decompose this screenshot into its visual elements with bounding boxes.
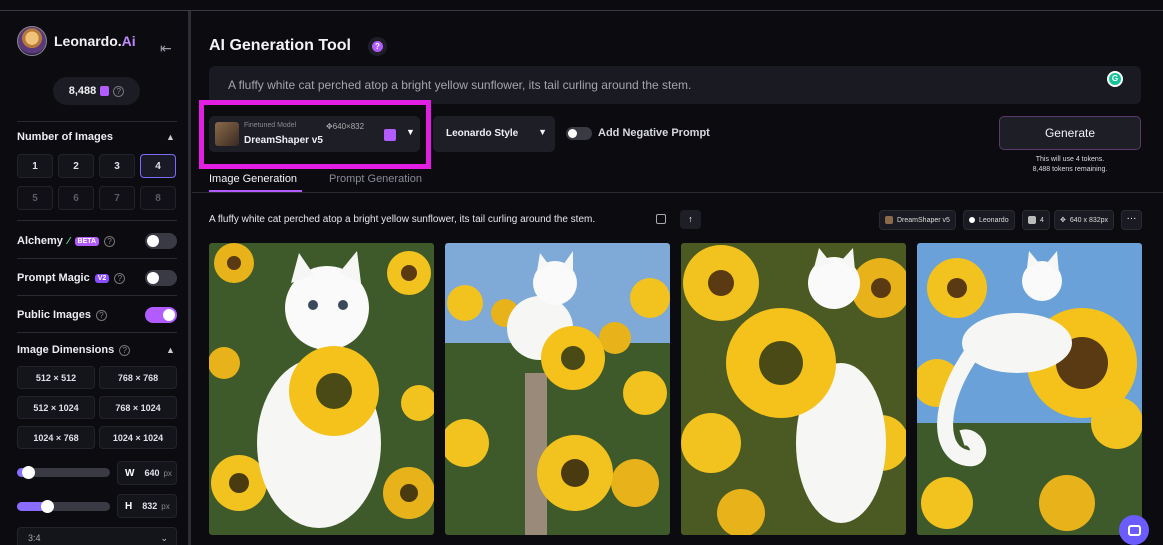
- alchemy-toggle[interactable]: [145, 233, 177, 249]
- chevron-up-icon[interactable]: ▲: [166, 345, 175, 355]
- chip-model: DreamShaper v5: [879, 210, 956, 230]
- copy-icon[interactable]: [656, 214, 666, 224]
- chip-size: ✥ 640 x 832px: [1054, 210, 1115, 230]
- chat-icon: [1127, 524, 1141, 536]
- tab-prompt-generation[interactable]: Prompt Generation: [329, 173, 422, 185]
- height-input[interactable]: H 832 px: [117, 494, 177, 518]
- logo-avatar-icon: [17, 26, 47, 56]
- highlight-box: [199, 100, 431, 169]
- divider: [17, 332, 177, 333]
- divider: [17, 258, 177, 259]
- public-images-label: Public Images ?: [17, 309, 107, 321]
- images-icon: [1028, 216, 1036, 224]
- wand-icon: ⁄: [67, 235, 70, 247]
- dimension-1024x1024[interactable]: 1024 × 1024: [99, 426, 177, 449]
- chevron-down-icon: ⌄: [160, 533, 168, 543]
- divider: [17, 121, 177, 122]
- drop-icon: [969, 217, 975, 223]
- app-logo[interactable]: Leonardo.Ai: [17, 26, 136, 56]
- divider: [17, 295, 177, 296]
- public-images-toggle[interactable]: [145, 307, 177, 323]
- chip-style: Leonardo: [963, 210, 1015, 230]
- page-title: AI Generation Tool: [209, 37, 351, 54]
- chat-support-button[interactable]: [1119, 515, 1149, 545]
- generated-image-2[interactable]: [445, 243, 670, 535]
- generation-prompt: A fluffy white cat perched atop a bright…: [209, 214, 596, 225]
- num-images-8[interactable]: 8: [140, 186, 176, 210]
- num-images-label: Number of Images: [17, 131, 113, 143]
- chevron-up-icon[interactable]: ▲: [166, 132, 175, 142]
- dimension-512x512[interactable]: 512 × 512: [17, 366, 95, 389]
- tab-image-generation[interactable]: Image Generation: [209, 173, 297, 185]
- divider: [17, 220, 177, 221]
- prompt-input[interactable]: A fluffy white cat perched atop a bright…: [209, 66, 1141, 104]
- help-icon[interactable]: ?: [119, 344, 131, 356]
- width-slider[interactable]: [17, 466, 110, 479]
- generated-image-3[interactable]: [681, 243, 906, 535]
- token-usage-note: This will use 4 tokens. 8,488 tokens rem…: [1032, 156, 1108, 173]
- v2-badge: V2: [94, 273, 110, 283]
- style-select[interactable]: Leonardo Style ▼: [433, 116, 555, 152]
- chip-count: 4: [1022, 210, 1050, 230]
- grammarly-icon[interactable]: G: [1107, 71, 1123, 87]
- collapse-sidebar-icon[interactable]: ⇤: [160, 40, 172, 57]
- dimension-768x768[interactable]: 768 × 768: [99, 366, 177, 389]
- negative-prompt-toggle[interactable]: [566, 127, 592, 140]
- generate-button[interactable]: Generate: [999, 116, 1141, 150]
- token-icon: [100, 86, 110, 96]
- generated-image-4[interactable]: [917, 243, 1142, 535]
- dimension-512x1024[interactable]: 512 × 1024: [17, 396, 95, 419]
- width-input[interactable]: W 640 px: [117, 461, 177, 485]
- arrow-up-icon: ↑: [688, 214, 693, 224]
- generated-image-1[interactable]: [209, 243, 434, 535]
- num-images-3[interactable]: 3: [99, 154, 135, 178]
- negative-prompt-label: Add Negative Prompt: [598, 127, 710, 139]
- help-button[interactable]: ?: [368, 37, 387, 56]
- beta-badge: BETA: [74, 236, 100, 246]
- dimension-1024x768[interactable]: 1024 × 768: [17, 426, 95, 449]
- chevron-down-icon: ▼: [538, 127, 547, 137]
- help-icon[interactable]: ?: [114, 272, 126, 284]
- help-icon[interactable]: ?: [95, 309, 107, 321]
- model-thumbnail-icon: [885, 216, 893, 224]
- prompt-magic-label: Prompt Magic V2 ?: [17, 272, 126, 284]
- help-icon[interactable]: ?: [113, 85, 125, 97]
- num-images-5[interactable]: 5: [17, 186, 53, 210]
- num-images-7[interactable]: 7: [99, 186, 135, 210]
- num-images-6[interactable]: 6: [58, 186, 94, 210]
- help-icon[interactable]: ?: [104, 235, 116, 247]
- sidebar-scrollbar[interactable]: [188, 11, 191, 545]
- aspect-ratio-select[interactable]: 3:4 ⌄: [17, 527, 177, 545]
- move-icon: ✥: [1060, 217, 1066, 224]
- more-options-button[interactable]: ···: [1121, 210, 1142, 230]
- alchemy-label: Alchemy ⁄ BETA ?: [17, 235, 116, 247]
- token-count: 8,488: [68, 85, 97, 97]
- prompt-magic-toggle[interactable]: [145, 270, 177, 286]
- slider-handle[interactable]: [40, 500, 54, 513]
- dimension-768x1024[interactable]: 768 × 1024: [99, 396, 177, 419]
- divider: [192, 192, 1163, 193]
- reuse-prompt-button[interactable]: ↑: [680, 210, 701, 229]
- num-images-2[interactable]: 2: [58, 154, 94, 178]
- app-name: Leonardo.Ai: [54, 33, 136, 49]
- height-slider[interactable]: [17, 500, 110, 513]
- help-icon: ?: [372, 41, 383, 52]
- num-images-1[interactable]: 1: [17, 154, 53, 178]
- image-dimensions-label: Image Dimensions ?: [17, 344, 131, 356]
- num-images-4[interactable]: 4: [140, 154, 176, 178]
- token-balance[interactable]: 8,488 ?: [53, 77, 140, 105]
